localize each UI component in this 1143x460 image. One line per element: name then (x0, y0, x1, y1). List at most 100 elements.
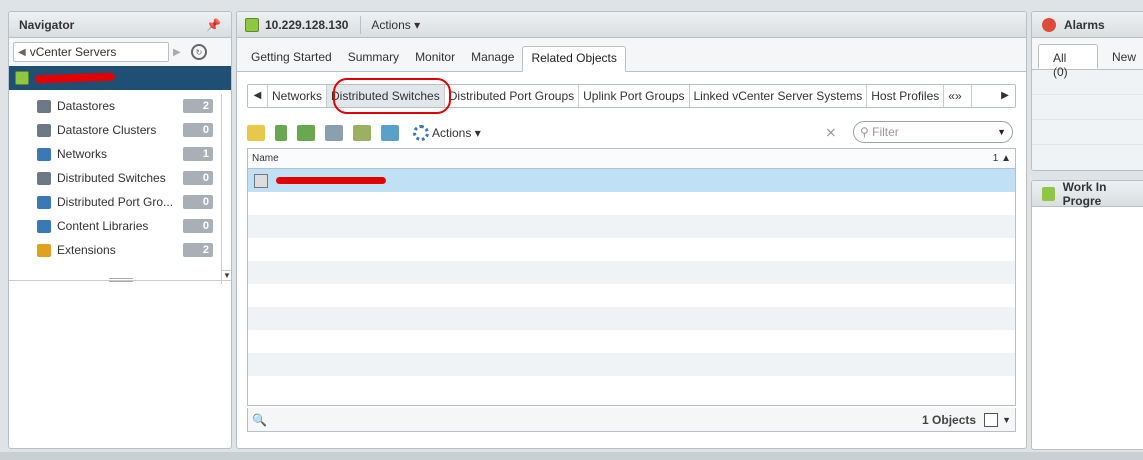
new-folder-icon[interactable] (247, 125, 265, 141)
redacted-mark (276, 177, 386, 184)
toolbar-actions-label: Actions (432, 126, 472, 140)
navigator-title: Navigator (19, 17, 75, 32)
sidebar-item-label: Distributed Port Gro... (57, 195, 174, 209)
datacenter-icon (254, 173, 268, 188)
subtab-linked-vcenter-server-systems[interactable]: Linked vCenter Server Systems (690, 85, 868, 107)
search-icon: ⚲ (860, 125, 869, 139)
alarms-list (1032, 70, 1143, 170)
red-annotation-circle (333, 78, 451, 114)
table-row (248, 376, 1015, 399)
alarm-clock-icon (1042, 17, 1056, 32)
alarms-panel: Alarms All (0) New (1031, 11, 1143, 171)
count-badge: 0 (183, 123, 213, 137)
scrollbar[interactable]: ▼ (221, 94, 231, 284)
sidebar-item-label: Content Libraries (57, 219, 149, 233)
column-header-name[interactable]: Name (252, 153, 279, 164)
binoculars-icon[interactable]: 🔍 (252, 413, 267, 427)
chevron-right-icon[interactable]: ▶ (995, 85, 1015, 107)
pencil-icon (1042, 186, 1055, 201)
page-title: 10.229.128.130 (265, 17, 349, 32)
extensions-icon (37, 243, 51, 257)
chevron-right-icon[interactable]: ▶ (173, 42, 185, 62)
pin-icon[interactable]: 📌 (206, 18, 221, 32)
subtab-networks[interactable]: Networks (268, 85, 328, 107)
list-item (1032, 95, 1143, 120)
list-item (1032, 120, 1143, 145)
table-row (248, 353, 1015, 376)
scroll-down-icon[interactable]: ▼ (222, 270, 231, 284)
table-row (248, 284, 1015, 307)
export-icon[interactable] (984, 412, 999, 427)
gear-icon (413, 125, 429, 141)
tab-alarms-1[interactable]: New (1098, 44, 1143, 69)
alarms-title: Alarms (1064, 17, 1105, 32)
count-badge: 2 (183, 99, 213, 113)
history-icon[interactable]: ↻ (191, 44, 207, 60)
sidebar-item[interactable]: Networks 1 (9, 142, 231, 166)
toolbar-actions-button[interactable]: Actions ▾ (413, 125, 481, 141)
tab-summary[interactable]: Summary (340, 46, 407, 72)
upgrade-icon[interactable] (353, 125, 371, 141)
resize-handle[interactable] (109, 278, 133, 282)
tab-related-objects[interactable]: Related Objects (522, 46, 626, 72)
work-in-progress-header: Work In Progre (1032, 181, 1143, 208)
tab-alarms-0[interactable]: All (0) (1038, 44, 1098, 79)
sidebar-item[interactable]: Datastores 2 (9, 94, 231, 118)
table-row (248, 330, 1015, 353)
breadcrumb-label: vCenter Servers (29, 45, 117, 59)
actions-menu-button[interactable]: Actions ▾ (371, 18, 420, 32)
clear-filter-icon[interactable]: ⨯ (825, 124, 837, 141)
export-config-icon[interactable] (381, 125, 399, 141)
tab-monitor[interactable]: Monitor (407, 46, 463, 72)
divider (360, 15, 362, 34)
add-host-icon[interactable] (297, 125, 315, 141)
sidebar-item-label: Datastores (57, 99, 116, 113)
tab-getting-started[interactable]: Getting Started (243, 46, 340, 72)
sidebar-item[interactable]: Datastore Clusters 0 (9, 118, 231, 142)
subtab-distributed-port-groups[interactable]: Distributed Port Groups (445, 85, 580, 107)
sidebar-item[interactable]: Extensions 2 (9, 238, 231, 262)
sidebar-item[interactable]: Distributed Switches 0 (9, 166, 231, 190)
count-badge: 0 (183, 219, 213, 233)
object-count: 1 Objects (922, 412, 977, 427)
breadcrumb-back-button[interactable]: ◀ vCenter Servers (13, 42, 169, 62)
bottom-bar (0, 452, 1143, 460)
alarms-tab-bar: All (0) New (1032, 38, 1143, 79)
table-row (248, 238, 1015, 261)
sidebar-item[interactable]: Distributed Port Gro... 0 (9, 190, 231, 214)
chevron-down-icon[interactable]: ▼ (1002, 415, 1011, 425)
navigator-header: Navigator 📌 (9, 12, 231, 38)
sidebar-item-label: Extensions (57, 243, 116, 257)
breadcrumb: ◀ vCenter Servers ▶ ↻ (9, 38, 231, 66)
filter-placeholder: Filter (872, 125, 899, 139)
table-footer: 🔍 1 Objects ▼ (247, 408, 1016, 432)
vcenter-node[interactable] (9, 66, 231, 90)
table-row (248, 261, 1015, 284)
subtab-uplink-port-groups[interactable]: Uplink Port Groups (579, 85, 690, 107)
alarms-header: Alarms (1032, 12, 1143, 38)
toolbar: Actions ▾ ⨯ ⚲ Filter ▼ (247, 120, 1016, 146)
vcenter-icon (245, 17, 259, 32)
list-item (1032, 70, 1143, 95)
actions-label: Actions (371, 17, 411, 32)
new-switch-icon[interactable] (275, 125, 287, 141)
filter-input[interactable]: ⚲ Filter ▼ (853, 121, 1013, 143)
tab-manage[interactable]: Manage (463, 46, 522, 72)
sort-indicator[interactable]: 1 ▲ (993, 153, 1011, 164)
sidebar-item[interactable]: Content Libraries 0 (9, 214, 231, 238)
sidebar-item-label: Datastore Clusters (57, 123, 157, 137)
objects-table: Name 1 ▲ (247, 148, 1016, 406)
work-in-progress-panel: Work In Progre (1031, 180, 1143, 450)
distributed-port-group-icon (37, 195, 51, 209)
redacted-mark (34, 72, 116, 84)
count-badge: 0 (183, 171, 213, 185)
chevron-down-icon[interactable]: ▼ (997, 127, 1006, 137)
migrate-icon[interactable] (325, 125, 343, 141)
more-tabs-icon[interactable]: «» (944, 85, 973, 107)
chevron-left-icon: ◀ (18, 46, 26, 58)
table-header[interactable]: Name 1 ▲ (248, 149, 1015, 169)
chevron-left-icon[interactable]: ◀ (248, 85, 268, 107)
datastore-cluster-icon (37, 123, 51, 137)
subtab-host-profiles[interactable]: Host Profiles (867, 85, 945, 107)
table-row[interactable] (248, 169, 1015, 192)
